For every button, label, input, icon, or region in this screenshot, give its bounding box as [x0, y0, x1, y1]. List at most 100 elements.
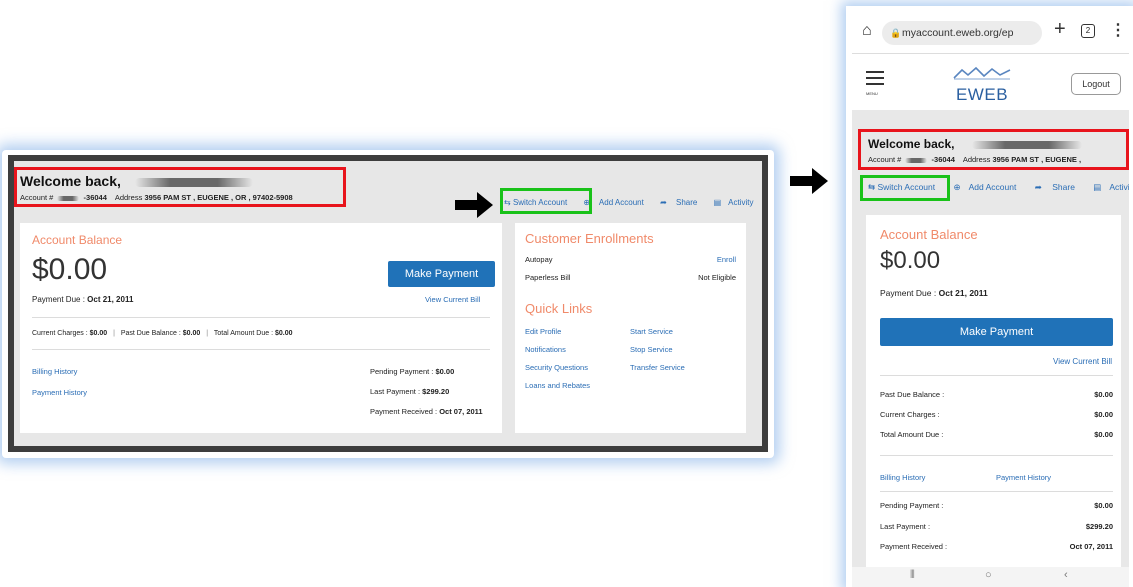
notifications-link[interactable]: Notifications	[525, 345, 566, 354]
highlight-switch-account-box	[860, 175, 950, 201]
tab-count-button[interactable]: 2	[1081, 24, 1095, 38]
divider	[880, 455, 1113, 456]
home-circle-icon[interactable]: ○	[985, 569, 992, 581]
customer-enrollments-title: Customer Enrollments	[525, 231, 654, 246]
current-charges-label: Current Charges :	[880, 410, 940, 419]
enroll-link[interactable]: Enroll	[717, 255, 736, 264]
hamburger-menu-icon[interactable]	[866, 71, 884, 89]
payment-received: Payment Received : Oct 07, 2011	[370, 407, 483, 416]
transfer-service-link[interactable]: Transfer Service	[630, 363, 685, 372]
stop-service-link[interactable]: Stop Service	[630, 345, 673, 354]
plus-circle-icon: ⊕	[953, 182, 961, 192]
billing-history-link[interactable]: Billing History	[880, 473, 925, 482]
last-label: Last Payment :	[880, 522, 931, 531]
activity-label: Activity	[1109, 182, 1129, 192]
payment-due: Payment Due : Oct 21, 2011	[32, 295, 133, 304]
separator: |	[113, 330, 115, 337]
current-charges-label: Current Charges :	[32, 330, 88, 337]
lock-icon: 🔒	[890, 28, 902, 38]
paperless-label: Paperless Bill	[525, 273, 571, 282]
payment-history-link[interactable]: Payment History	[32, 388, 87, 397]
balance-amount: $0.00	[32, 253, 108, 286]
edit-profile-link[interactable]: Edit Profile	[525, 327, 561, 336]
divider	[32, 349, 490, 350]
pending-value: $0.00	[435, 367, 455, 376]
pending-payment: Pending Payment : $0.00	[370, 367, 454, 376]
desktop-screenshot: Welcome back, Account # -36044 Address 3…	[8, 155, 768, 452]
received-value: Oct 07, 2011	[1069, 542, 1113, 551]
account-balance-title: Account Balance	[32, 233, 123, 247]
view-current-bill-link[interactable]: View Current Bill	[1053, 357, 1112, 366]
new-tab-icon[interactable]: +	[1054, 18, 1066, 41]
last-payment: Last Payment : $299.20	[370, 387, 449, 396]
total-due-value: $0.00	[1094, 430, 1113, 439]
more-vert-icon[interactable]: ⋮	[1110, 20, 1126, 40]
received-label: Payment Received :	[880, 542, 948, 551]
current-charges-value: $0.00	[1094, 410, 1113, 419]
add-account-link[interactable]: ⊕ Add Account	[954, 182, 1025, 192]
mobile-account-balance-card: Account Balance $0.00 Payment Due : Oct …	[866, 215, 1121, 587]
current-charges-value: $0.00	[89, 330, 108, 337]
balance-amount: $0.00	[880, 247, 941, 274]
arrow-right-icon	[455, 192, 493, 218]
logout-button[interactable]: Logout	[1071, 73, 1121, 95]
activity-label: Activity	[728, 198, 754, 207]
share-link[interactable]: ➦ Share	[1035, 182, 1083, 192]
payment-due: Payment Due : Oct 21, 2011	[880, 288, 988, 298]
charges-summary: Current Charges : $0.00 | Past Due Balan…	[32, 330, 293, 337]
address-bar[interactable]: 🔒 myaccount.eweb.org/ep	[882, 21, 1042, 45]
highlight-switch-account-box	[500, 188, 592, 214]
add-account-label: Add Account	[968, 182, 1017, 192]
loans-rebates-link[interactable]: Loans and Rebates	[525, 381, 590, 390]
total-due-row: Total Amount Due : $0.00	[880, 430, 1113, 439]
payment-due-value: Oct 21, 2011	[938, 288, 988, 298]
share-link[interactable]: ➦ Share	[660, 198, 704, 207]
past-due-row: Past Due Balance : $0.00	[880, 390, 1113, 399]
pending-row: Pending Payment : $0.00	[880, 501, 1113, 510]
enrollments-panel: Customer Enrollments Autopay Enroll Pape…	[515, 223, 746, 433]
billing-history-link[interactable]: Billing History	[32, 367, 77, 376]
past-due-value: $0.00	[1094, 390, 1113, 399]
start-service-link[interactable]: Start Service	[630, 327, 673, 336]
desktop-page: Welcome back, Account # -36044 Address 3…	[14, 161, 762, 446]
site-header: MENU EWEB Logout	[852, 54, 1129, 110]
security-questions-link[interactable]: Security Questions	[525, 363, 588, 372]
browser-toolbar: ⌂ 🔒 myaccount.eweb.org/ep + 2 ⋮	[852, 12, 1129, 54]
document-icon: ▤	[713, 198, 722, 207]
received-value: Oct 07, 2011	[439, 407, 483, 416]
home-icon[interactable]: ⌂	[862, 22, 872, 40]
divider	[32, 317, 490, 318]
share-icon: ➦	[1034, 182, 1042, 192]
recents-icon[interactable]: ⦀	[910, 569, 915, 582]
payment-history-link[interactable]: Payment History	[996, 473, 1051, 482]
add-account-link[interactable]: ⊕ Add Account	[583, 198, 650, 207]
arrow-right-icon	[790, 168, 828, 194]
mobile-screenshot: ⌂ 🔒 myaccount.eweb.org/ep + 2 ⋮ MENU EWE…	[852, 12, 1129, 587]
activity-link[interactable]: ▤ Activity	[1093, 182, 1129, 192]
activity-link[interactable]: ▤ Activity	[714, 198, 761, 207]
view-current-bill-link[interactable]: View Current Bill	[425, 295, 480, 304]
received-row: Payment Received : Oct 07, 2011	[880, 542, 1113, 551]
past-due-label: Past Due Balance :	[120, 330, 181, 337]
url-text: myaccount.eweb.org/ep	[902, 27, 1014, 39]
highlight-welcome-box	[14, 167, 346, 207]
quick-links-title: Quick Links	[525, 301, 593, 316]
total-due-value: $0.00	[275, 330, 293, 337]
last-value: $299.20	[1085, 522, 1113, 531]
account-balance-title: Account Balance	[880, 227, 978, 242]
highlight-welcome-box	[858, 129, 1129, 170]
make-payment-button[interactable]: Make Payment	[388, 261, 495, 287]
eweb-logo[interactable]: EWEB	[952, 66, 1012, 105]
past-due-label: Past Due Balance :	[880, 390, 945, 399]
separator: |	[206, 330, 209, 337]
pending-label: Pending Payment :	[880, 501, 944, 510]
pending-label: Pending Payment :	[370, 367, 434, 376]
logo-text: EWEB	[955, 85, 1009, 104]
make-payment-button[interactable]: Make Payment	[880, 318, 1113, 346]
divider	[880, 491, 1113, 492]
past-due-value: $0.00	[182, 330, 201, 337]
back-icon[interactable]: ‹	[1064, 569, 1068, 581]
divider	[880, 375, 1113, 376]
autopay-label: Autopay	[525, 255, 553, 264]
last-label: Last Payment :	[370, 387, 421, 396]
